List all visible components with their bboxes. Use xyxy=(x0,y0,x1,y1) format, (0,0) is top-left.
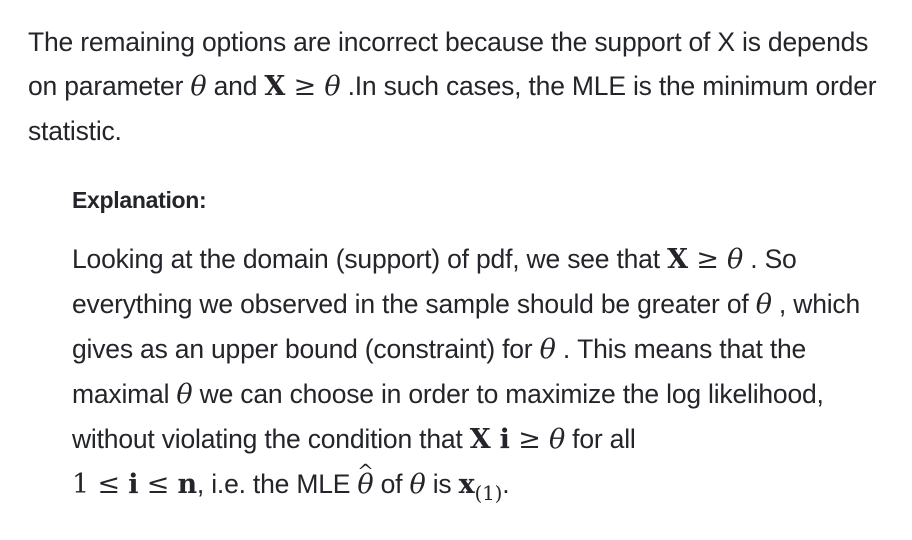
math-leq: ≤ xyxy=(88,469,129,500)
math-theta: θ xyxy=(409,469,426,500)
math-X: X xyxy=(667,244,688,275)
math-i: i xyxy=(128,469,139,500)
expl-text-7: , i.e. the MLE xyxy=(196,469,358,499)
math-theta: θ xyxy=(190,71,207,102)
hat-accent: ^ xyxy=(357,459,374,483)
math-X: X xyxy=(264,71,286,102)
expl-text-6: for all xyxy=(565,424,636,454)
expl-text-9: is xyxy=(425,469,459,499)
math-x-lower: x xyxy=(458,469,475,500)
intro-paragraph: The remaining options are incorrect beca… xyxy=(28,20,898,153)
math-leq: ≤ xyxy=(138,469,178,500)
explanation-paragraph: Looking at the domain (support) of pdf, … xyxy=(72,237,902,515)
math-geq: ≥ xyxy=(509,424,549,455)
math-Xi-i: i xyxy=(490,424,510,455)
expl-text-1: Looking at the domain (support) of pdf, … xyxy=(72,244,668,274)
math-theta: θ xyxy=(755,289,772,320)
math-geq: ≥ xyxy=(285,71,325,102)
math-n: n xyxy=(177,469,197,500)
math-subscript-1: (1) xyxy=(474,481,503,505)
math-Xi-X: X xyxy=(469,424,491,455)
math-one: 1 xyxy=(72,469,89,500)
math-theta: θ xyxy=(539,334,556,365)
content-page: The remaining options are incorrect beca… xyxy=(0,0,912,540)
math-theta: θ xyxy=(324,71,341,102)
expl-text-8: of xyxy=(373,469,410,499)
math-theta: θ xyxy=(548,424,566,455)
math-theta: θ xyxy=(727,244,744,275)
math-geq: ≥ xyxy=(687,244,728,275)
intro-text-2: and xyxy=(206,71,265,101)
math-theta: θ xyxy=(176,379,193,410)
explanation-heading: Explanation: xyxy=(72,187,207,213)
expl-end-period: . xyxy=(502,469,510,499)
math-theta-hat: ^ θ xyxy=(357,459,374,507)
